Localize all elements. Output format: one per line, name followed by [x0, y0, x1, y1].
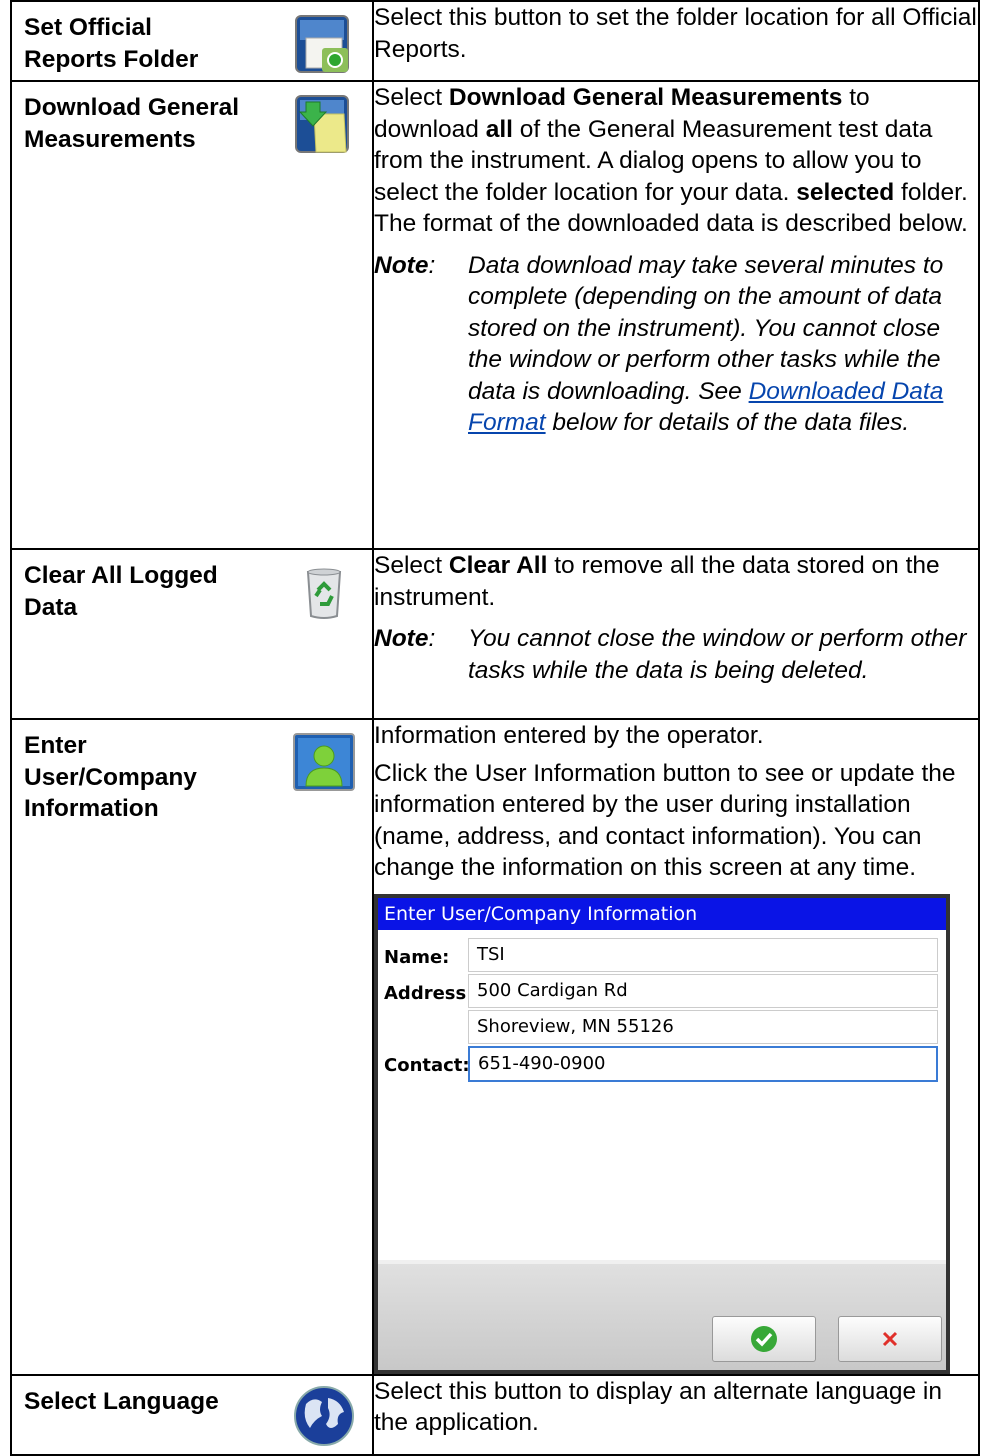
feature-cell: Download General Measurements	[10, 80, 374, 550]
description-text: Select this button to display an alterna…	[374, 1377, 942, 1437]
feature-description: Select Clear All to remove all the data …	[372, 548, 980, 720]
name-field[interactable]: TSI	[468, 937, 938, 972]
dialog-title: Enter User/Company Information	[378, 897, 946, 930]
address-line2-field[interactable]: Shoreview, MN 55126	[468, 1009, 938, 1044]
folder-camera-icon	[292, 14, 356, 78]
description-text: Select Download General Measurements to …	[374, 84, 968, 237]
note-label: Note	[374, 625, 429, 652]
feature-title: Select Language	[24, 1387, 219, 1415]
feature-cell: Enter User/Company Information	[10, 718, 374, 1376]
description-text: Select Clear All to remove all the data …	[374, 552, 940, 611]
contact-field[interactable]: 651-490-0900	[468, 1045, 938, 1082]
contact-label: Contact:	[384, 1054, 470, 1076]
feature-description: Select this button to display an alterna…	[372, 1373, 980, 1456]
feature-description: Select Download General Measurements to …	[372, 80, 980, 550]
description-text: Select this button to set the folder loc…	[374, 4, 977, 63]
user-icon	[292, 732, 356, 796]
feature-title: Set Official Reports Folder	[24, 14, 199, 73]
feature-description: Information entered by the operator. Cli…	[372, 718, 980, 1376]
feature-description: Select this button to set the folder loc…	[372, 0, 980, 82]
feature-cell: Set Official Reports Folder	[10, 0, 374, 82]
feature-title: Clear All Logged Data	[24, 562, 218, 621]
user-info-dialog: Enter User/Company Information Name: TSI…	[374, 893, 950, 1374]
feature-cell: Clear All Logged Data	[10, 548, 374, 720]
note-text: Data download may take several minutes t…	[468, 251, 944, 437]
description-text: Click the User Information button to see…	[374, 759, 956, 882]
table-row: Select Language Select this button to di…	[10, 1373, 980, 1456]
close-icon	[882, 1331, 898, 1346]
ok-button[interactable]	[712, 1315, 816, 1362]
note-label: Note	[374, 251, 429, 279]
name-label: Name:	[384, 946, 450, 968]
recycle-bin-icon	[292, 562, 356, 626]
cancel-button[interactable]	[838, 1315, 942, 1362]
download-folder-icon	[292, 94, 356, 158]
feature-cell: Select Language	[10, 1373, 374, 1456]
feature-table: Set Official Reports Folder Select this …	[10, 0, 980, 1456]
note: Note: You cannot close the window or per…	[374, 623, 978, 686]
address-line1-field[interactable]: 500 Cardigan Rd	[468, 973, 938, 1008]
feature-title: Enter User/Company Information	[24, 732, 197, 822]
globe-icon	[292, 1384, 356, 1448]
checkmark-icon	[751, 1325, 777, 1352]
table-row: Clear All Logged Data Select Clear All t…	[10, 548, 980, 720]
table-row: Set Official Reports Folder Select this …	[10, 0, 980, 82]
table-row: Download General Measurements Select Dow…	[10, 80, 980, 550]
description-text: Information entered by the operator.	[374, 722, 764, 749]
feature-title: Download General Measurements	[24, 94, 240, 153]
note: Note: Data download may take several min…	[374, 250, 978, 439]
note-text: You cannot close the window or perform o…	[468, 625, 967, 684]
address-label: Address:	[384, 982, 474, 1004]
table-row: Enter User/Company Information Informati…	[10, 718, 980, 1376]
